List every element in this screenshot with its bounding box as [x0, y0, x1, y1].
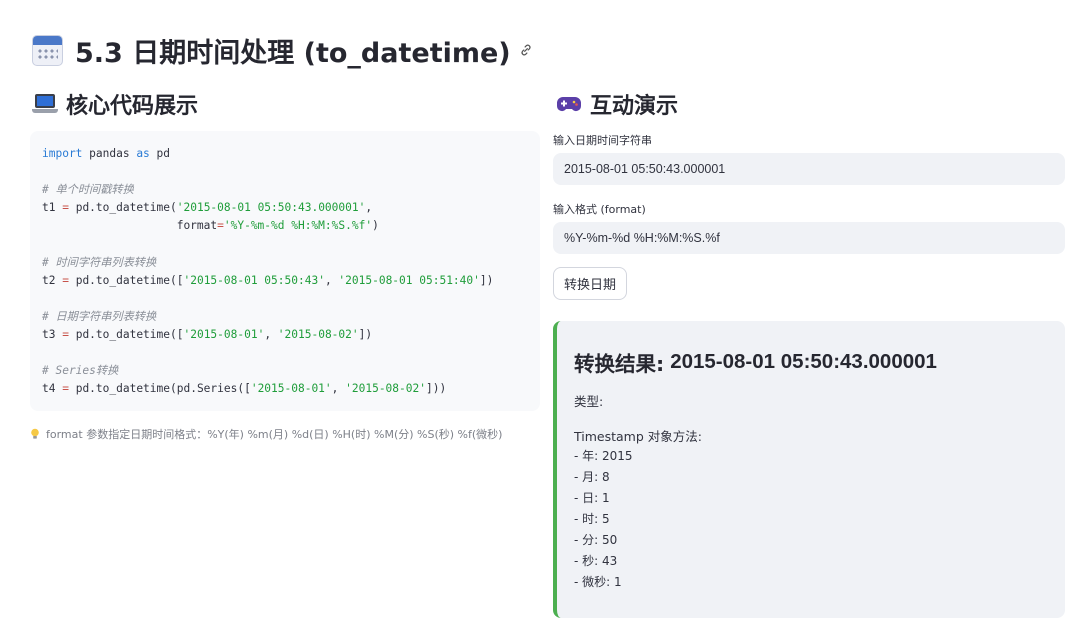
code-token: ]): [479, 273, 494, 287]
code-section-title: 核心代码展示: [32, 88, 198, 120]
result-list-item: - 秒: 43: [574, 554, 618, 568]
lightbulb-icon: [31, 428, 39, 439]
code-token: pd.to_datetime(: [68, 201, 177, 215]
code-token: as: [136, 147, 150, 160]
gamepad-icon: [557, 97, 581, 111]
code-token: t3: [42, 327, 63, 341]
methods-title: Timestamp 对象方法:: [574, 429, 702, 444]
code-token: =: [62, 273, 69, 287]
result-title-prefix: 转换结果:: [574, 352, 665, 376]
result-list-item: - 月: 8: [574, 470, 610, 484]
code-token: pandas: [82, 147, 137, 160]
code-token: ,: [331, 382, 346, 396]
code-token: '2015-08-02': [277, 327, 359, 341]
code-token: =: [62, 327, 69, 341]
code-token: =: [217, 219, 224, 233]
code-token: t4: [42, 382, 63, 396]
code-token: format: [42, 219, 218, 233]
calendar-icon: [32, 34, 63, 66]
code-token: # 日期字符串列表转换: [42, 309, 157, 323]
link-icon[interactable]: [519, 43, 533, 57]
code-block[interactable]: import pandas as pd # 单个时间戳转换 t1 = pd.to_d…: [30, 131, 540, 411]
code-line: # 时间字符串列表转换: [42, 254, 528, 272]
code-token: ,: [264, 327, 278, 341]
result-box: 转换结果: 2015-08-01 05:50:43.000001 类型: Tim…: [553, 321, 1065, 618]
page-title: 5.3 日期时间处理 (to_datetime): [32, 30, 533, 70]
code-token: pd.to_datetime([: [68, 327, 184, 341]
code-token: ]): [358, 327, 373, 341]
code-line: # Series转换: [42, 362, 528, 380]
code-section-title-text: 核心代码展示: [66, 94, 199, 119]
datetime-input[interactable]: [553, 153, 1065, 185]
code-token: ,: [324, 273, 339, 287]
code-token: '2015-08-01 05:51:40': [338, 273, 480, 287]
format-caption: format 参数指定日期时间格式：%Y(年) %m(月) %d(日) %H(时…: [30, 426, 502, 442]
code-token: =: [62, 201, 69, 215]
code-token: '2015-08-01': [183, 327, 265, 341]
code-token: import: [42, 147, 83, 160]
demo-section-title: 互动演示: [556, 88, 678, 120]
laptop-icon: [32, 93, 58, 115]
code-token: ): [372, 219, 379, 233]
code-line: t4 = pd.to_datetime(pd.Series(['2015-08-…: [42, 380, 528, 398]
code-token: # 时间字符串列表转换: [42, 255, 157, 269]
code-line: t1 = pd.to_datetime('2015-08-01 05:50:43…: [42, 199, 528, 217]
format-input-label: 输入格式 (format): [553, 203, 646, 216]
code-token: '2015-08-01': [250, 382, 332, 396]
code-token: '2015-08-02': [345, 382, 426, 396]
code-token: t2: [42, 273, 63, 287]
result-type-label: 类型:: [574, 394, 604, 409]
format-input[interactable]: [553, 222, 1065, 254]
page-title-text: 5.3 日期时间处理 (to_datetime): [75, 37, 511, 69]
code-token: '2015-08-01 05:50:43': [183, 273, 325, 287]
code-token: '%Y-%m-%d %H:%M:%S.%f': [223, 219, 373, 233]
code-line: t2 = pd.to_datetime(['2015-08-01 05:50:4…: [42, 272, 528, 290]
code-token: pd: [149, 147, 171, 160]
code-token: '2015-08-01 05:50:43.000001': [176, 201, 366, 215]
demo-section-title-text: 互动演示: [590, 94, 679, 119]
method-list: - 年: 2015 - 月: 8 - 日: 1 - 时: 5 - 分: 50 - 秒: 4…: [574, 446, 1047, 593]
result-list-item: - 年: 2015: [574, 449, 633, 463]
result-list-item: - 微秒: 1: [574, 575, 622, 589]
code-token: # Series转换: [42, 364, 119, 378]
result-list-item: - 分: 50: [574, 533, 618, 547]
code-token: pd.to_datetime(pd.Series([: [68, 382, 251, 396]
code-token: ])): [425, 382, 447, 396]
code-token: # 单个时间戳转换: [42, 183, 134, 197]
result-title-value: 2015-08-01 05:50:43.000001: [670, 350, 937, 373]
code-line: # 日期字符串列表转换: [42, 308, 528, 326]
code-token: t1: [42, 201, 63, 215]
code-token: ,: [365, 201, 373, 215]
datetime-input-label: 输入日期时间字符串: [553, 134, 652, 147]
result-list-item: - 时: 5: [574, 512, 610, 526]
code-token: =: [62, 382, 69, 396]
code-token: pd.to_datetime([: [68, 273, 184, 287]
result-title: 转换结果: 2015-08-01 05:50:43.000001: [574, 347, 1047, 377]
format-caption-text: format 参数指定日期时间格式：%Y(年) %m(月) %d(日) %H(时…: [46, 428, 503, 441]
code-line: format='%Y-%m-%d %H:%M:%S.%f'): [42, 217, 528, 235]
code-line: import pandas as pd: [42, 145, 528, 163]
result-list-item: - 日: 1: [574, 491, 610, 505]
code-line: t3 = pd.to_datetime(['2015-08-01', '2015…: [42, 326, 528, 344]
convert-date-button[interactable]: 转换日期: [553, 267, 627, 300]
code-line: # 单个时间戳转换: [42, 181, 528, 199]
